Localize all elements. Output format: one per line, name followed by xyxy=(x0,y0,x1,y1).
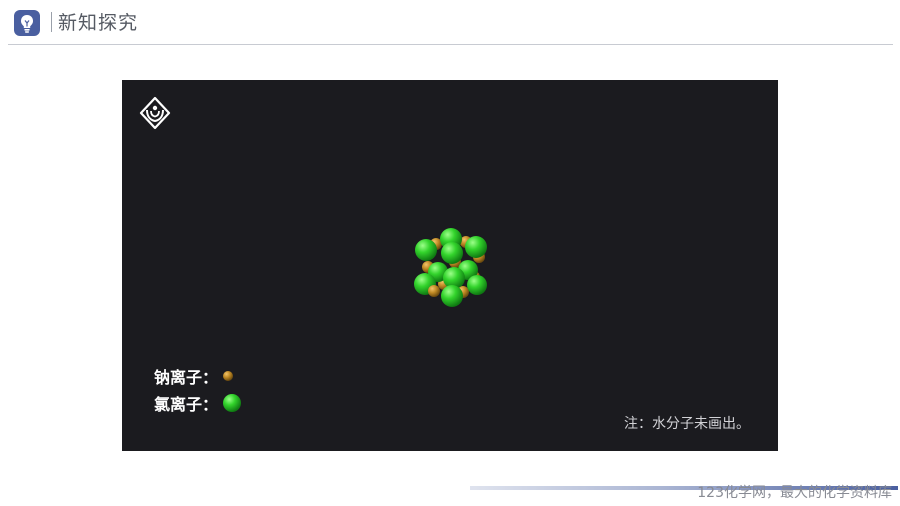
header-divider xyxy=(8,44,893,45)
header: 新知探究 xyxy=(0,0,900,46)
sodium-ion-swatch xyxy=(223,371,234,381)
hands-logo-icon xyxy=(138,96,172,130)
video-frame[interactable]: 钠离子： 氯离子： 注：水分子未画出。 xyxy=(122,80,778,451)
legend-sodium-label: 钠离子： xyxy=(154,368,219,387)
legend-sodium: 钠离子： xyxy=(154,364,234,388)
sodium-chloride-crystal xyxy=(408,222,498,312)
legend-chloride-label: 氯离子： xyxy=(154,395,219,414)
note-text: 注：水分子未画出。 xyxy=(624,416,750,432)
chloride-ion-swatch xyxy=(223,394,242,412)
page-title: 新知探究 xyxy=(58,12,139,34)
legend-chloride: 氯离子： xyxy=(154,391,242,415)
footer-text: 123化学网，最大的化学资料库 xyxy=(697,485,892,501)
lightbulb-icon xyxy=(14,10,40,36)
header-separator xyxy=(51,12,52,32)
